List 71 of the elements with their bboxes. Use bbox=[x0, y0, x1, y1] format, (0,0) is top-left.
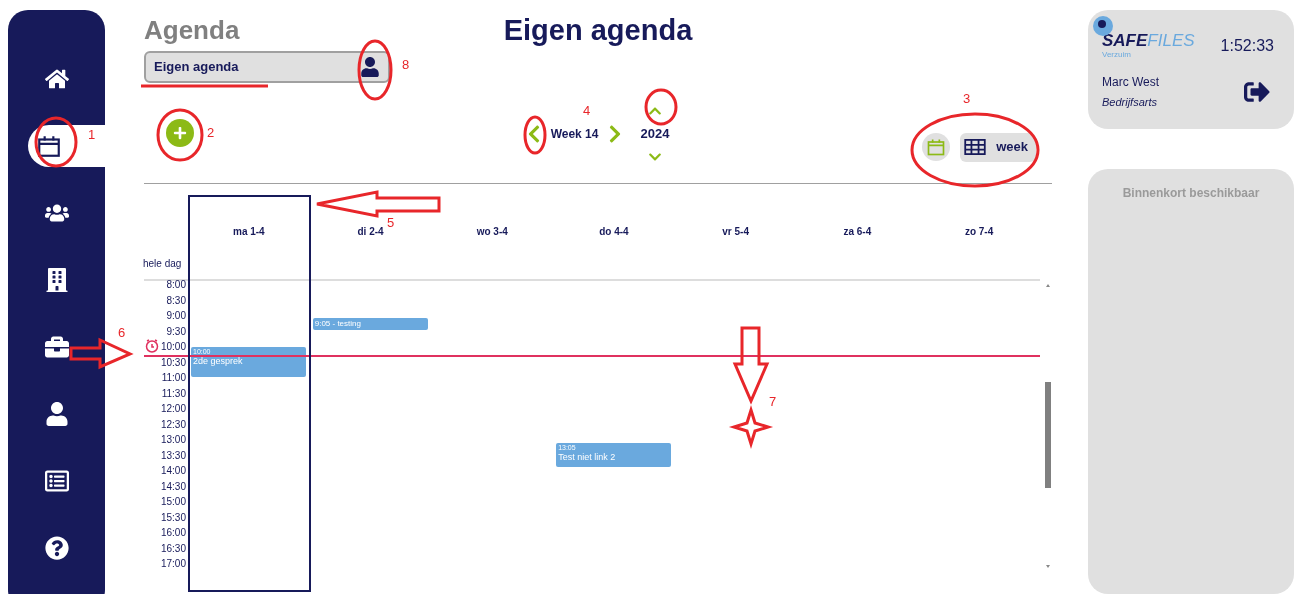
user-name: Marc West bbox=[1102, 74, 1160, 91]
star-icon bbox=[728, 404, 774, 450]
help-icon bbox=[44, 536, 69, 560]
previous-week-button[interactable] bbox=[526, 124, 541, 144]
calendar-icon bbox=[36, 133, 62, 159]
time-label: 10:30 bbox=[160, 355, 186, 370]
eye-icon bbox=[1093, 16, 1113, 36]
calendar-event[interactable]: 9:05 - testing bbox=[312, 318, 428, 330]
sidebar-item[interactable] bbox=[28, 125, 105, 167]
time-label: 8:30 bbox=[166, 293, 186, 308]
time-label: 15:30 bbox=[160, 510, 186, 525]
annotation-circle bbox=[156, 108, 204, 162]
time-label: 9:30 bbox=[166, 324, 186, 339]
plus-icon bbox=[173, 126, 187, 140]
day-header: za 6-4 bbox=[843, 225, 872, 236]
annotation-number: 2 bbox=[207, 126, 215, 139]
time-label: 8:00 bbox=[166, 278, 186, 292]
time-label: 15:00 bbox=[160, 495, 186, 509]
time-label: 13:30 bbox=[160, 448, 186, 463]
table-icon bbox=[964, 139, 987, 155]
time-label: 16:00 bbox=[160, 526, 186, 540]
time-label: 10:00 bbox=[160, 340, 186, 354]
day-header: di 2-4 bbox=[357, 225, 384, 236]
time-label: 9:00 bbox=[166, 309, 186, 323]
logo-text: SAFE bbox=[1102, 32, 1148, 49]
year-label: 2024 bbox=[640, 125, 670, 144]
annotation-number: 4 bbox=[583, 104, 591, 117]
user-role: Bedrijfsarts bbox=[1102, 95, 1159, 110]
annotation-number: 5 bbox=[387, 216, 395, 229]
week-view-button[interactable]: week bbox=[960, 132, 1036, 162]
day-header: vr 5-4 bbox=[722, 225, 749, 236]
time-label: 13:00 bbox=[160, 433, 186, 447]
time-label: 12:30 bbox=[160, 417, 186, 432]
home-icon bbox=[44, 67, 69, 91]
logo-tagline: Verzuim bbox=[1102, 51, 1132, 59]
annotation-number: 7 bbox=[769, 395, 777, 408]
user-icon bbox=[44, 402, 69, 426]
coming-soon-text: Binnenkort beschikbaar bbox=[1122, 184, 1260, 200]
day-header: zo 7-4 bbox=[964, 225, 994, 236]
annotation-circle bbox=[523, 115, 547, 155]
time-label: 11:00 bbox=[161, 371, 186, 385]
session-timer: 1:52:33 bbox=[1220, 36, 1274, 56]
building-icon bbox=[44, 268, 69, 292]
time-label: 11:30 bbox=[161, 386, 186, 401]
logo-text: FILES bbox=[1147, 32, 1195, 49]
annotation-number: 8 bbox=[402, 58, 410, 71]
time-label: 14:00 bbox=[160, 464, 186, 478]
annotation-number: 6 bbox=[118, 326, 126, 339]
user-icon bbox=[360, 57, 380, 77]
day-header: ma 1-4 bbox=[233, 225, 265, 236]
section-title: Agenda bbox=[144, 17, 241, 43]
time-label: 14:30 bbox=[160, 479, 186, 494]
week-label: Week 14 bbox=[550, 126, 599, 143]
briefcase-icon bbox=[44, 335, 69, 359]
alarm-clock-icon bbox=[145, 339, 159, 353]
annotation-number: 3 bbox=[963, 92, 971, 105]
annotation-number: 1 bbox=[88, 128, 96, 141]
time-label: 16:30 bbox=[160, 541, 186, 556]
time-label: 17:00 bbox=[160, 557, 186, 571]
list-icon bbox=[44, 469, 69, 493]
calendar-icon bbox=[926, 137, 947, 157]
annotation-circle bbox=[357, 39, 393, 101]
day-header: wo 3-4 bbox=[476, 225, 508, 236]
annotation-arrow bbox=[69, 337, 134, 370]
annotation-circle bbox=[644, 88, 678, 126]
time-label: 12:00 bbox=[160, 402, 186, 416]
annotation-circle bbox=[34, 116, 78, 168]
all-day-label: hele dag bbox=[143, 257, 182, 271]
day-header: do 4-4 bbox=[599, 225, 629, 236]
agenda-select[interactable]: Eigen agenda bbox=[144, 51, 390, 83]
page-title: Eigen agenda bbox=[503, 15, 693, 45]
